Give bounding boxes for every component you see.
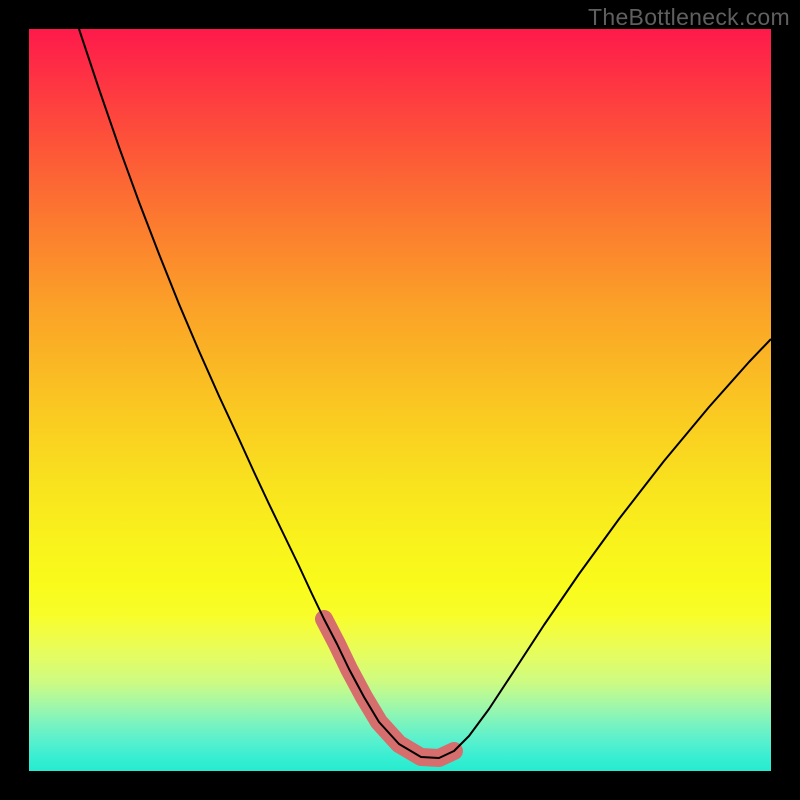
chart-stage: TheBottleneck.com	[0, 0, 800, 800]
curve-svg	[29, 29, 771, 771]
plot-area	[29, 29, 771, 771]
bottom-highlight-path	[324, 619, 454, 758]
watermark-text: TheBottleneck.com	[588, 4, 790, 31]
main-curve-path	[79, 29, 771, 758]
